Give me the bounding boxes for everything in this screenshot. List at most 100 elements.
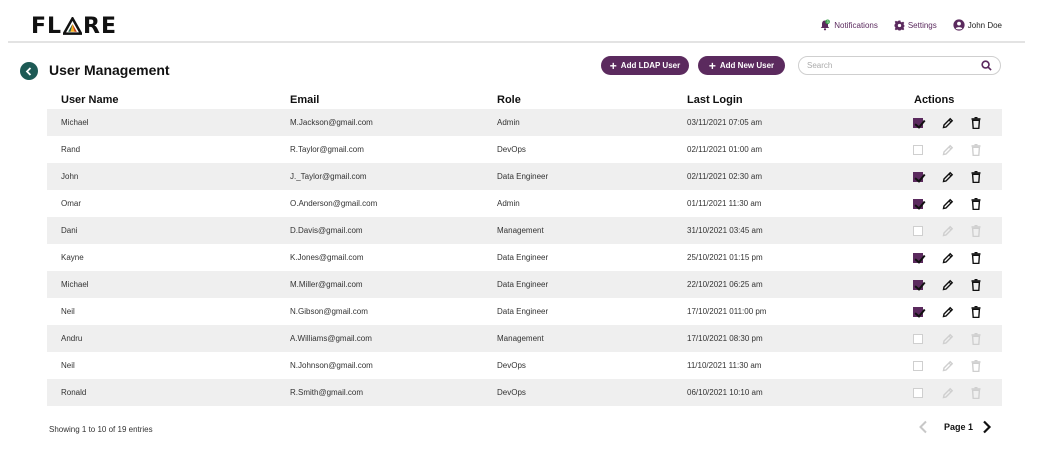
edit-button[interactable]	[942, 252, 954, 264]
edit-button[interactable]	[942, 198, 954, 210]
page-title: User Management	[49, 62, 170, 78]
edit-button[interactable]	[942, 387, 954, 399]
logo-text-left: FL	[31, 14, 63, 39]
delete-button[interactable]	[971, 386, 981, 399]
cell-email: M.Miller@gmail.com	[290, 280, 363, 289]
row-actions	[913, 143, 981, 156]
delete-button[interactable]	[971, 170, 981, 183]
row-checkbox[interactable]	[913, 198, 923, 209]
cell-last-login: 22/10/2021 06:25 am	[687, 280, 763, 289]
edit-pencil-icon	[942, 360, 954, 371]
page-indicator: Page 1	[944, 422, 974, 432]
trash-icon	[971, 386, 981, 399]
edit-button[interactable]	[942, 333, 954, 345]
row-checkbox[interactable]	[913, 306, 923, 317]
user-name-label: John Doe	[967, 20, 1002, 30]
trash-icon	[971, 332, 981, 345]
cell-last-login: 17/10/2021 08:30 pm	[687, 334, 763, 343]
search-box	[798, 56, 1001, 75]
back-button[interactable]	[20, 62, 38, 80]
edit-pencil-icon	[942, 225, 954, 236]
row-actions	[913, 251, 981, 264]
row-checkbox[interactable]	[913, 117, 923, 128]
col-header-user-name[interactable]: User Name	[61, 94, 118, 106]
row-checkbox[interactable]	[913, 225, 923, 236]
cell-role: Data Engineer	[497, 307, 549, 316]
search-icon[interactable]	[981, 60, 992, 71]
edit-button[interactable]	[942, 360, 954, 372]
row-checkbox[interactable]	[913, 171, 923, 182]
cell-email: N.Gibson@gmail.com	[290, 307, 368, 316]
row-checkbox[interactable]	[913, 144, 923, 155]
cell-role: DevOps	[497, 361, 526, 370]
logo-text-right: RE	[83, 14, 118, 39]
search-input[interactable]	[807, 61, 981, 70]
table-row: John J._Taylor@gmail.com Data Engineer 02/1…	[47, 163, 1002, 190]
users-table: User Name Email Role Last Login Actions …	[47, 91, 1002, 406]
cell-last-login: 02/11/2021 01:00 am	[687, 145, 763, 154]
cell-last-login: 02/11/2021 02:30 am	[687, 172, 763, 181]
delete-button[interactable]	[971, 116, 981, 129]
edit-button[interactable]	[942, 117, 954, 129]
cell-role: Management	[497, 334, 544, 343]
cell-email: N.Johnson@gmail.com	[290, 361, 373, 370]
trash-icon	[971, 278, 981, 291]
user-menu[interactable]: John Doe	[953, 19, 1002, 31]
edit-pencil-icon	[942, 171, 954, 182]
notifications-label: Notifications	[834, 20, 878, 30]
cell-user-name: Neil	[61, 307, 75, 316]
edit-pencil-icon	[942, 306, 954, 317]
delete-button[interactable]	[971, 278, 981, 291]
row-actions	[913, 116, 981, 129]
edit-button[interactable]	[942, 144, 954, 156]
settings-link[interactable]: Settings	[894, 19, 937, 31]
trash-icon	[971, 359, 981, 372]
cell-user-name: Kayne	[61, 253, 84, 262]
row-actions	[913, 332, 981, 345]
delete-button[interactable]	[971, 332, 981, 345]
notifications-link[interactable]: 3 Notifications	[819, 19, 878, 31]
edit-button[interactable]	[942, 279, 954, 291]
table-row: Rand R.Taylor@gmail.com DevOps 02/11/2021 0…	[47, 136, 1002, 163]
delete-button[interactable]	[971, 143, 981, 156]
edit-button[interactable]	[942, 171, 954, 183]
cell-role: DevOps	[497, 388, 526, 397]
table-row: Neil N.Gibson@gmail.com Data Engineer 17/10…	[47, 298, 1002, 325]
delete-button[interactable]	[971, 359, 981, 372]
col-header-role[interactable]: Role	[497, 94, 521, 106]
cell-email: O.Anderson@gmail.com	[290, 199, 378, 208]
top-nav: 3 Notifications Settings John Doe	[803, 19, 1002, 31]
chevron-right-icon[interactable]	[982, 420, 992, 434]
flare-logo[interactable]: FL RE	[31, 14, 117, 39]
cell-user-name: Dani	[61, 226, 78, 235]
delete-button[interactable]	[971, 197, 981, 210]
edit-pencil-icon	[942, 333, 954, 344]
row-checkbox[interactable]	[913, 387, 923, 398]
logo-triangle-icon	[63, 16, 83, 35]
edit-pencil-icon	[942, 252, 954, 263]
col-header-email[interactable]: Email	[290, 94, 319, 106]
table-row: Omar O.Anderson@gmail.com Admin 01/11/2021 …	[47, 190, 1002, 217]
cell-email: R.Taylor@gmail.com	[290, 145, 364, 154]
cell-user-name: Omar	[61, 199, 81, 208]
delete-button[interactable]	[971, 224, 981, 237]
edit-button[interactable]	[942, 306, 954, 318]
cell-user-name: Rand	[61, 145, 81, 154]
delete-button[interactable]	[971, 251, 981, 264]
row-actions	[913, 197, 981, 210]
row-checkbox[interactable]	[913, 360, 923, 371]
col-header-last-login[interactable]: Last Login	[687, 94, 743, 106]
table-row: Andru A.Williams@gmail.com Management 17/10…	[47, 325, 1002, 352]
chevron-left-icon[interactable]	[918, 420, 928, 434]
row-actions	[913, 278, 981, 291]
edit-button[interactable]	[942, 225, 954, 237]
add-new-user-button[interactable]: + Add New User	[698, 56, 785, 75]
cell-email: J._Taylor@gmail.com	[290, 172, 367, 181]
cell-role: Admin	[497, 199, 520, 208]
delete-button[interactable]	[971, 305, 981, 318]
add-ldap-user-button[interactable]: + Add LDAP User	[601, 56, 689, 75]
row-checkbox[interactable]	[913, 333, 923, 344]
row-checkbox[interactable]	[913, 279, 923, 290]
row-checkbox[interactable]	[913, 252, 923, 263]
cell-role: Data Engineer	[497, 172, 549, 181]
